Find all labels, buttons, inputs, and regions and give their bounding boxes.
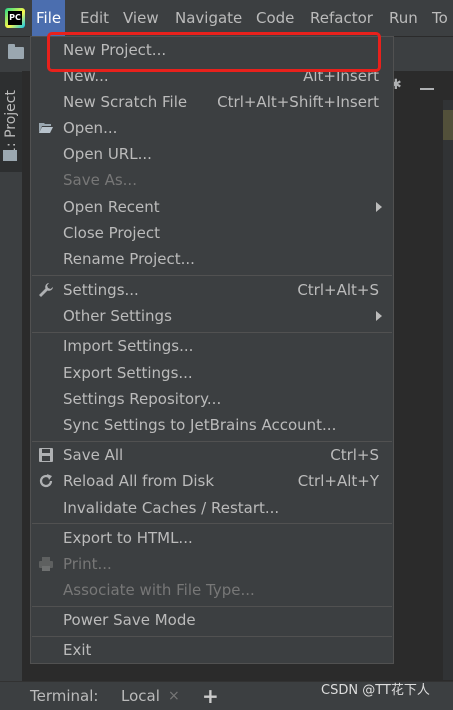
menu-item-export-html[interactable]: Export to HTML...: [32, 525, 392, 551]
printer-icon: [39, 557, 53, 571]
menu-tools[interactable]: To: [428, 0, 452, 36]
file-menu-dropdown: New Project... New... Alt+Insert New Scr…: [30, 36, 394, 664]
menu-item-shortcut: Ctrl+Alt+Shift+Insert: [217, 93, 379, 111]
menu-item-shortcut: Ctrl+Alt+S: [297, 281, 379, 299]
watermark: CSDN @TT花下人: [321, 683, 430, 698]
menu-edit[interactable]: Edit: [76, 0, 113, 36]
menu-item-open[interactable]: Open...: [32, 115, 392, 141]
menu-item-invalidate-caches[interactable]: Invalidate Caches / Restart...: [32, 495, 392, 521]
menu-code[interactable]: Code: [252, 0, 298, 36]
minimize-icon[interactable]: [420, 88, 434, 90]
menu-item-save-as: Save As...: [32, 167, 392, 193]
close-icon[interactable]: ×: [168, 682, 180, 710]
menu-item-label: Exit: [63, 641, 92, 659]
menu-item-open-recent[interactable]: Open Recent: [32, 194, 392, 220]
menu-item-label: Export to HTML...: [63, 529, 193, 547]
terminal-label[interactable]: Terminal:: [30, 682, 98, 710]
submenu-arrow-icon: [376, 202, 382, 212]
menu-item-label: Other Settings: [63, 307, 172, 325]
menu-item-new-scratch-file[interactable]: New Scratch File Ctrl+Alt+Shift+Insert: [32, 89, 392, 115]
menu-item-power-save-mode[interactable]: Power Save Mode: [32, 607, 392, 633]
menu-item-label: Open...: [63, 119, 118, 137]
menu-item-print: Print...: [32, 551, 392, 577]
menu-item-other-settings[interactable]: Other Settings: [32, 303, 392, 329]
editor-gutter: [443, 100, 453, 680]
menu-view[interactable]: View: [119, 0, 163, 36]
menu-item-associate-file-type: Associate with File Type...: [32, 577, 392, 603]
menu-item-save-all[interactable]: Save All Ctrl+S: [32, 442, 392, 468]
highlight-annotation-box: [47, 32, 381, 72]
menu-item-label: Open Recent: [63, 198, 160, 216]
menu-item-sync-settings[interactable]: Sync Settings to JetBrains Account...: [32, 412, 392, 438]
menu-item-close-project[interactable]: Close Project: [32, 220, 392, 246]
menu-item-label: Reload All from Disk: [63, 472, 215, 490]
menu-item-shortcut: Ctrl+Alt+Y: [297, 472, 379, 490]
menu-item-label: Settings...: [63, 281, 139, 299]
menu-separator: [32, 275, 392, 276]
menu-item-label: Associate with File Type...: [63, 581, 255, 599]
menu-item-label: Save As...: [63, 171, 137, 189]
menu-separator: [32, 523, 392, 524]
menu-item-label: Power Save Mode: [63, 611, 196, 629]
menu-item-label: Save All: [63, 446, 124, 464]
menu-item-label: Invalidate Caches / Restart...: [63, 499, 280, 517]
menu-item-exit[interactable]: Exit: [32, 637, 392, 663]
menu-file[interactable]: File: [32, 0, 66, 36]
open-folder-icon: [39, 123, 53, 133]
project-folder-icon: [3, 150, 17, 161]
menu-run[interactable]: Run: [385, 0, 422, 36]
reload-icon: [39, 474, 53, 488]
menu-item-settings-repository[interactable]: Settings Repository...: [32, 386, 392, 412]
menu-item-label: Export Settings...: [63, 364, 193, 382]
wrench-icon: [39, 283, 53, 297]
menu-item-rename-project[interactable]: Rename Project...: [32, 246, 392, 272]
menu-navigate[interactable]: Navigate: [171, 0, 246, 36]
menu-item-label: New Scratch File: [63, 93, 188, 111]
menu-item-label: Close Project: [63, 224, 160, 242]
menu-item-open-url[interactable]: Open URL...: [32, 141, 392, 167]
submenu-arrow-icon: [376, 311, 382, 321]
menu-item-settings[interactable]: Settings... Ctrl+Alt+S: [32, 277, 392, 303]
menu-item-export-settings[interactable]: Export Settings...: [32, 360, 392, 386]
save-icon: [39, 448, 53, 462]
menu-item-label: Rename Project...: [63, 250, 195, 268]
terminal-tab-local[interactable]: Local: [121, 682, 160, 710]
menu-item-label: Print...: [63, 555, 112, 573]
folder-icon[interactable]: [8, 44, 24, 59]
menu-item-import-settings[interactable]: Import Settings...: [32, 333, 392, 359]
menu-item-label: Sync Settings to JetBrains Account...: [63, 416, 337, 434]
menu-item-shortcut: Ctrl+S: [330, 446, 379, 464]
menu-item-label: Settings Repository...: [63, 390, 222, 408]
add-tab-icon[interactable]: +: [202, 682, 219, 710]
menu-item-reload-all[interactable]: Reload All from Disk Ctrl+Alt+Y: [32, 468, 392, 494]
menu-refactor[interactable]: Refactor: [306, 0, 377, 36]
menu-item-label: Open URL...: [63, 145, 152, 163]
menu-item-label: Import Settings...: [63, 337, 194, 355]
editor-highlight-marker: [443, 110, 453, 140]
pycharm-logo-icon: PC: [5, 8, 25, 28]
